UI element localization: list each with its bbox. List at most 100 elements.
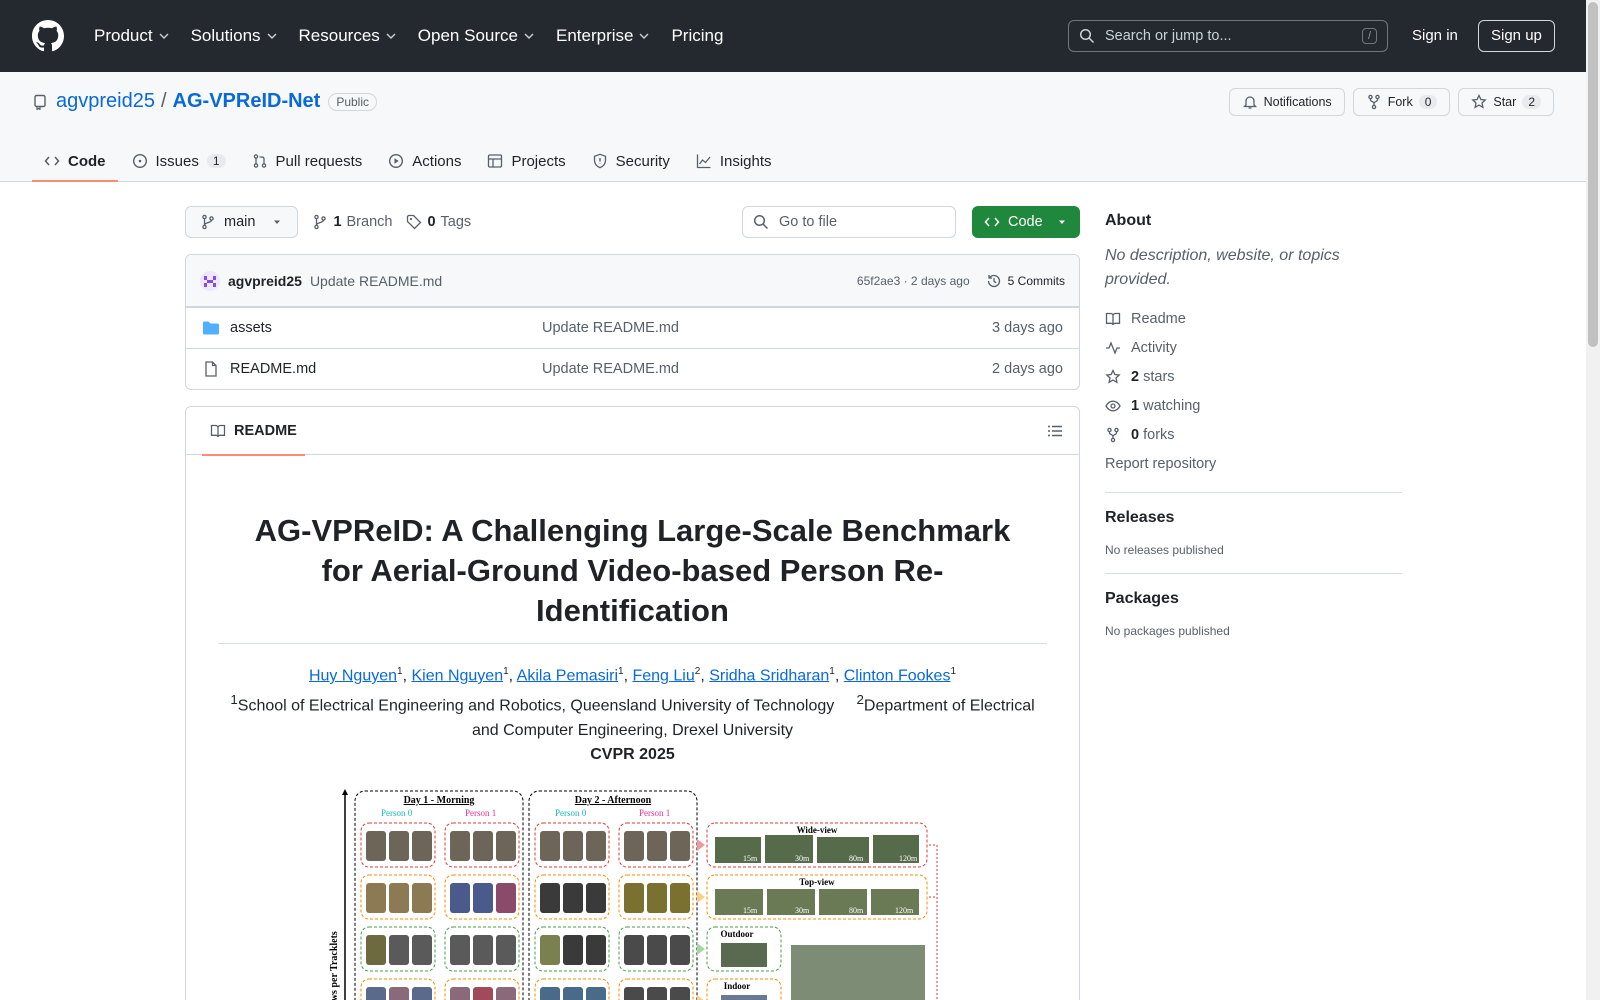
person1-label: Person 1 [465,808,496,818]
author-link[interactable]: Feng Liu [632,667,694,684]
star-button[interactable]: Star 2 [1458,88,1554,116]
person-crop [449,986,470,1000]
search-shortcut: / [1361,28,1377,44]
notifications-label: Notifications [1263,95,1332,109]
tab-projects[interactable]: Projects [475,140,577,182]
teaser-figure: ra Views per Tracklets Day 1 - Morning D… [323,787,943,1000]
author-link[interactable]: Clinton Fookes [844,667,951,684]
watching-count: 1 [1131,397,1140,414]
view-arrow [696,838,705,851]
go-to-file-input[interactable]: Go to file [742,206,956,238]
vertical-scrollbar[interactable] [1586,0,1600,1000]
play-circle-icon [389,153,404,169]
branch-label: Branch [346,214,393,230]
author-link[interactable]: Sridha Sridharan [709,667,829,684]
stars-label: stars [1143,368,1175,385]
stars-link[interactable]: 2 stars [1105,362,1402,391]
go-to-file-placeholder: Go to file [779,214,838,230]
author-link[interactable]: Akila Pemasiri [517,667,618,684]
person-crop [562,882,583,913]
readme-link[interactable]: Readme [1105,304,1402,333]
venue: CVPR 2025 [590,745,675,763]
activity-link[interactable]: Activity [1105,333,1402,362]
notifications-button[interactable]: Notifications [1228,88,1345,116]
nav-open-source[interactable]: Open Source [410,20,542,52]
issues-count: 1 [206,154,226,168]
report-repository-link[interactable]: Report repository [1105,449,1402,478]
nav-product[interactable]: Product [86,20,177,52]
forks-count: 0 [1131,426,1140,443]
file-commit-message[interactable]: Update README.md [542,361,679,377]
tab-actions[interactable]: Actions [376,140,473,182]
commit-message[interactable]: Update README.md [310,273,442,289]
file-name[interactable]: README.md [230,361,316,377]
tab-insights[interactable]: Insights [684,140,784,182]
list-unordered-icon[interactable] [1047,423,1063,439]
file-commit-message[interactable]: Update README.md [542,320,679,336]
activity-label: Activity [1131,339,1177,356]
commits-history-link[interactable]: 5 Commits [986,273,1065,289]
packages-heading[interactable]: Packages [1105,590,1402,608]
author-link[interactable]: Kien Nguyen [411,667,503,684]
file-name[interactable]: assets [230,320,272,336]
person-crop [365,986,386,1000]
file-navigation: main 1 Branch 0 Tags Go to file Code [185,206,1080,238]
sign-in-link[interactable]: Sign in [1400,20,1470,52]
code-dropdown-button[interactable]: Code [972,206,1080,238]
person-crop [411,934,432,965]
forks-link[interactable]: 0 forks [1105,420,1402,449]
tab-issues[interactable]: Issues 1 [120,140,238,182]
author-link[interactable]: Huy Nguyen [309,667,397,684]
readme-tab[interactable]: README [202,407,305,456]
person-crop [623,986,644,1000]
commit-hash-date[interactable]: 65f2ae3 · 2 days ago [857,274,970,288]
repo-name-link[interactable]: AG-VPReID-Net [173,90,321,113]
file-row-readme[interactable]: README.md Update README.md 2 days ago [186,348,1079,389]
scrollbar-thumb[interactable] [1588,2,1598,347]
nav-enterprise[interactable]: Enterprise [548,20,657,52]
tags-link[interactable]: 0 Tags [406,214,471,230]
file-date: 3 days ago [992,320,1063,336]
branch-selector[interactable]: main [185,206,299,238]
tab-pull-requests[interactable]: Pull requests [240,140,375,182]
avatar[interactable] [200,270,220,291]
outdoor-label: Outdoor [720,929,753,939]
nav-solutions[interactable]: Solutions [183,20,285,52]
branch-icon [314,214,327,230]
fork-button[interactable]: Fork 0 [1352,88,1451,116]
nav-label: Resources [298,26,380,45]
nav-pricing[interactable]: Pricing [663,20,731,52]
github-logo-icon[interactable] [32,20,64,52]
person-crop [539,882,560,913]
view-arrow [696,890,705,903]
releases-heading[interactable]: Releases [1105,509,1402,527]
tab-label: Security [615,152,670,170]
altitude-label: 80m [849,906,864,915]
person-crop [365,934,386,965]
global-search-input[interactable]: Search or jump to... / [1068,20,1388,52]
tab-label: Actions [412,152,462,170]
nav-label: Enterprise [555,26,634,45]
tab-code[interactable]: Code [32,140,118,182]
person-crop [495,934,516,965]
person1-label: Person 1 [639,808,670,818]
person-crop [539,934,560,965]
folder-icon [203,321,219,335]
repo-owner-link[interactable]: agvpreid25 [56,90,155,113]
tab-security[interactable]: Security [580,140,682,182]
branches-link[interactable]: 1 Branch [312,214,392,230]
sign-up-button[interactable]: Sign up [1478,20,1555,52]
file-row-assets[interactable]: assets Update README.md 3 days ago [186,307,1079,348]
author-sup: 1 [618,666,624,677]
about-description: No description, website, or topics provi… [1105,247,1340,288]
path-separator: / [160,90,167,112]
star-label: Star [1493,95,1517,109]
altitude-label: 120m [899,854,918,863]
commit-author[interactable]: agvpreid25 [228,273,302,289]
nav-resources[interactable]: Resources [291,20,404,52]
y-axis-arrow [341,788,348,795]
watching-link[interactable]: 1 watching [1105,391,1402,420]
author-sup: 1 [397,666,403,677]
person0-label: Person 0 [381,808,413,818]
affil-sup: 1 [230,692,238,708]
